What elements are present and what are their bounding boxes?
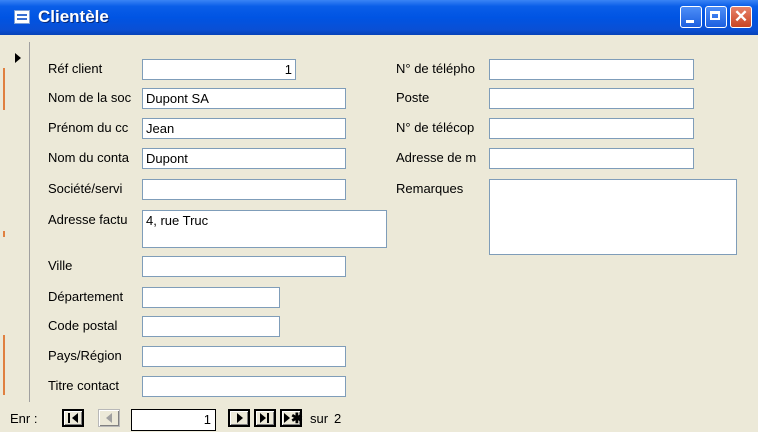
contact-firstname-label: Prénom du cc xyxy=(48,120,129,135)
state-field[interactable] xyxy=(142,287,280,308)
company-name-field[interactable]: Dupont SA xyxy=(142,88,346,109)
current-record-arrow-icon xyxy=(15,53,21,63)
next-record-button[interactable] xyxy=(228,409,250,427)
remarks-label: Remarques xyxy=(396,181,464,196)
first-record-button[interactable] xyxy=(62,409,84,427)
extension-field[interactable] xyxy=(489,88,694,109)
close-button[interactable]: ✕ xyxy=(730,6,752,28)
country-label: Pays/Région xyxy=(48,348,122,363)
record-label: Enr : xyxy=(10,411,38,426)
form-icon xyxy=(14,10,30,24)
postal-code-field[interactable] xyxy=(142,316,280,337)
billing-address-field[interactable]: 4, rue Truc xyxy=(142,210,387,248)
contact-firstname-field[interactable]: Jean xyxy=(142,118,346,139)
record-selector[interactable] xyxy=(10,42,30,402)
phone-label: N° de télépho xyxy=(396,61,475,76)
title-bar[interactable]: Clientèle ✕ xyxy=(0,0,758,35)
remarks-field[interactable] xyxy=(489,179,737,255)
contact-lastname-field[interactable]: Dupont xyxy=(142,148,346,169)
country-field[interactable] xyxy=(142,346,346,367)
email-field[interactable] xyxy=(489,148,694,169)
new-record-button[interactable]: ✱ xyxy=(280,409,303,427)
fax-label: N° de télécop xyxy=(396,120,475,135)
billing-address-label: Adresse factu xyxy=(48,212,128,227)
next-record-icon xyxy=(237,413,243,423)
contact-title-label: Titre contact xyxy=(48,378,120,393)
company-department-label: Société/servi xyxy=(48,181,123,196)
city-label: Ville xyxy=(48,258,73,273)
of-label: sur xyxy=(310,411,329,426)
minimize-button[interactable] xyxy=(680,6,702,28)
email-label: Adresse de m xyxy=(396,150,477,165)
extension-label: Poste xyxy=(396,90,430,105)
ref-client-label: Réf client xyxy=(48,61,103,76)
postal-code-label: Code postal xyxy=(48,318,118,333)
previous-record-button[interactable] xyxy=(98,409,120,427)
contact-lastname-label: Nom du conta xyxy=(48,150,129,165)
company-name-label: Nom de la soc xyxy=(48,90,132,105)
city-field[interactable] xyxy=(142,256,346,277)
current-record-field[interactable]: 1 xyxy=(131,409,216,431)
previous-record-icon xyxy=(106,413,112,423)
window-title: Clientèle xyxy=(38,7,109,26)
phone-field[interactable] xyxy=(489,59,694,80)
ref-client-field[interactable]: 1 xyxy=(142,59,296,80)
fax-field[interactable] xyxy=(489,118,694,139)
last-record-button[interactable] xyxy=(254,409,276,427)
state-label: Département xyxy=(48,289,124,304)
maximize-button[interactable] xyxy=(705,6,727,28)
contact-title-field[interactable] xyxy=(142,376,346,397)
record-total: 2 xyxy=(334,411,342,426)
window-left-edge xyxy=(0,35,10,432)
company-department-field[interactable] xyxy=(142,179,346,200)
record-navigation-bar: Enr : 1 ✱ sur 2 xyxy=(10,406,758,432)
